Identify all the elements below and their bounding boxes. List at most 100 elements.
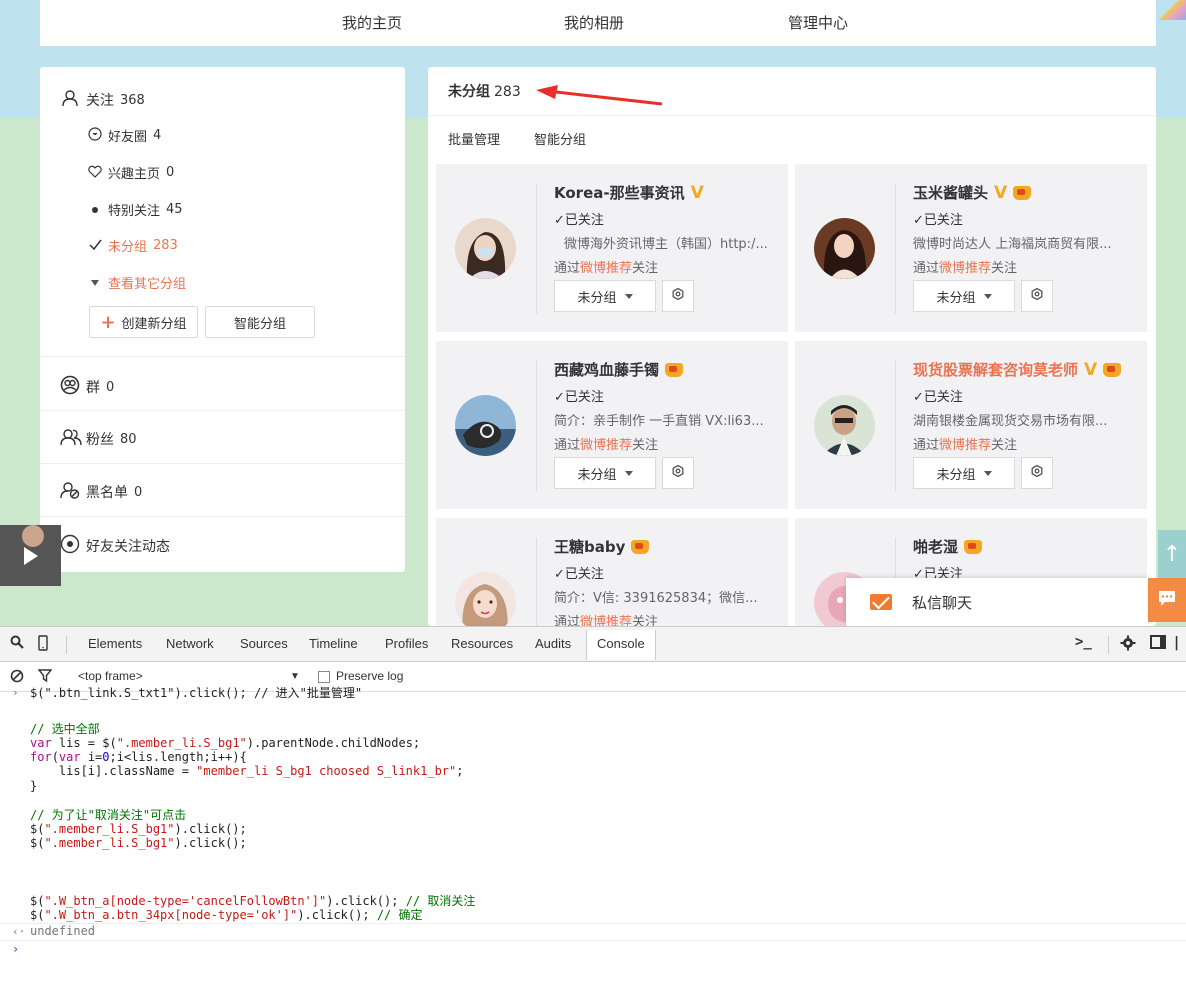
tab-network[interactable]: Network (166, 636, 214, 651)
sidebar-follow[interactable]: 关注 368 (60, 89, 145, 111)
console-result: undefined (30, 924, 96, 938)
special-follow-label: 特别关注 (108, 204, 161, 219)
sidebar-item-interest-pages[interactable]: 兴趣主页 0 (88, 163, 174, 182)
sidebar-item-special-follow[interactable]: 特别关注 45 (88, 200, 183, 219)
vip-crown-icon (964, 539, 983, 554)
console-line: $(".btn_link.S_txt1").click(); // 进入"批量管… (30, 686, 362, 700)
tab-elements[interactable]: Elements (88, 636, 142, 651)
tab-sources[interactable]: Sources (240, 636, 288, 651)
sidebar-fans[interactable]: 粉丝 80 (60, 428, 137, 450)
sidebar-item-friend-circle[interactable]: 好友圈 4 (88, 126, 161, 145)
console-line: // 选中全部 (30, 722, 100, 736)
console-output[interactable]: › $(".btn_link.S_txt1").click(); // 进入"批… (0, 686, 1186, 988)
tab-console[interactable]: Console (586, 630, 656, 660)
private-chat-label: 私信聊天 (912, 593, 973, 612)
group-select-button[interactable]: 未分组 (913, 457, 1015, 489)
followed-status: ✓已关注 (913, 213, 963, 228)
member-card[interactable]: 现货股票解套咨询莫老师 V ✓已关注 湖南银楼金属现货交易市场有限... 通过微博… (795, 341, 1147, 509)
search-icon[interactable] (10, 635, 24, 653)
member-card[interactable]: 王糖baby ✓已关注 简介：V信: 3391625834；微信... 通过微博… (436, 518, 788, 626)
member-name[interactable]: 西藏鸡血藤手镯 (554, 359, 684, 380)
code-string: ".member_li.S_bg1" (44, 836, 175, 850)
via-link[interactable]: 微博推荐 (939, 261, 991, 276)
device-mode-icon[interactable] (38, 635, 48, 655)
via-link[interactable]: 微博推荐 (939, 438, 991, 453)
group-select-button[interactable]: 未分组 (554, 457, 656, 489)
via-link[interactable]: 微博推荐 (580, 615, 632, 626)
console-drawer-icon[interactable]: >_ (1075, 634, 1092, 650)
nav-management-center[interactable]: 管理中心 (788, 12, 848, 33)
nav-my-album[interactable]: 我的相册 (564, 12, 624, 33)
avatar[interactable] (814, 218, 875, 279)
create-group-button[interactable]: + 创建新分组 (89, 306, 198, 338)
sidebar-item-view-other-groups[interactable]: 查看其它分组 (88, 273, 186, 292)
member-description: 简介：V信: 3391625834；微信... (554, 591, 758, 606)
member-name[interactable]: 王糖baby (554, 536, 650, 557)
member-name[interactable]: 玉米酱罐头 V (913, 182, 1032, 203)
interest-pages-count: 0 (166, 165, 175, 180)
sidebar-groups[interactable]: 群 0 (60, 375, 114, 399)
settings-button[interactable] (1021, 457, 1053, 489)
caret-down-icon (624, 470, 633, 476)
close-devtools-icon[interactable]: | (1174, 635, 1179, 651)
code-string: ".member_li.S_bg1" (116, 736, 247, 750)
member-description: 湖南银楼金属现货交易市场有限... (913, 414, 1108, 429)
frame-dropdown-icon[interactable]: ▼ (290, 671, 300, 682)
avatar[interactable] (455, 572, 516, 626)
member-name-text: 西藏鸡血藤手镯 (554, 361, 660, 379)
avatar[interactable] (814, 395, 875, 456)
tab-audits[interactable]: Audits (535, 636, 571, 651)
chat-float-button[interactable] (1148, 578, 1186, 622)
member-card[interactable]: Korea-那些事资讯 V ✓已关注 微博海外资讯博主（韩国）http:/... … (436, 164, 788, 332)
filter-icon[interactable] (37, 669, 53, 685)
group-select-button[interactable]: 未分组 (913, 280, 1015, 312)
mail-icon (870, 594, 892, 610)
member-name[interactable]: 啪老湿 (913, 536, 983, 557)
settings-button[interactable] (1021, 280, 1053, 312)
groups-label: 群 (86, 380, 100, 396)
via-suffix: 关注 (632, 615, 659, 626)
follow-source: 通过微博推荐关注 (913, 257, 1017, 276)
tab-resources[interactable]: Resources (451, 636, 513, 651)
smart-group-button[interactable]: 智能分组 (205, 306, 315, 338)
gear-icon[interactable] (1120, 635, 1136, 655)
preserve-log-checkbox[interactable] (318, 671, 330, 683)
video-thumbnail[interactable] (0, 525, 61, 586)
group-select-button[interactable]: 未分组 (554, 280, 656, 312)
followed-status: ✓已关注 (554, 213, 604, 228)
sidebar-item-ungrouped[interactable]: 未分组 283 (88, 236, 178, 255)
settings-button[interactable] (662, 457, 694, 489)
follow-list-panel: 未分组 283 批量管理 智能分组 Korea-那些事资讯 V ✓已关注 微博海外资… (428, 67, 1156, 626)
nav-my-homepage[interactable]: 我的主页 (342, 12, 402, 33)
group-select-label: 未分组 (577, 290, 617, 306)
avatar[interactable] (455, 395, 516, 456)
devtools-tabbar: Elements Network Sources Timeline Profil… (0, 626, 1186, 662)
sidebar-blacklist[interactable]: 黑名单 0 (60, 481, 142, 503)
via-suffix: 关注 (632, 261, 659, 276)
divider (536, 538, 537, 626)
avatar[interactable] (455, 218, 516, 279)
member-name[interactable]: Korea-那些事资讯 V (554, 182, 704, 203)
private-chat-bar[interactable]: 私信聊天 (846, 578, 1148, 626)
sidebar-friend-activity[interactable]: 好友关注动态 (60, 534, 170, 558)
via-link[interactable]: 微博推荐 (580, 438, 632, 453)
clear-console-icon[interactable] (10, 669, 24, 686)
friend-circle-count: 4 (153, 128, 162, 143)
member-card[interactable]: 玉米酱罐头 V ✓已关注 微博时尚达人 上海福岚商贸有限... 通过微博推荐关注 … (795, 164, 1147, 332)
followed-status: ✓已关注 (554, 567, 604, 582)
via-link[interactable]: 微博推荐 (580, 261, 632, 276)
smart-group-tab[interactable]: 智能分组 (534, 129, 586, 148)
batch-manage-tab[interactable]: 批量管理 (448, 129, 500, 148)
member-name[interactable]: 现货股票解套咨询莫老师 V (913, 359, 1122, 380)
tab-profiles[interactable]: Profiles (385, 636, 428, 651)
dock-side-icon[interactable] (1150, 635, 1166, 653)
settings-button[interactable] (662, 280, 694, 312)
frame-select[interactable]: <top frame> (78, 669, 143, 683)
console-input-caret[interactable]: › (12, 942, 19, 956)
member-card[interactable]: 西藏鸡血藤手镯 ✓已关注 简介：亲手制作 一手直销 VX:li63... 通过微… (436, 341, 788, 509)
member-name-text: Korea-那些事资讯 (554, 184, 685, 202)
caret-down-icon (983, 293, 992, 299)
scroll-to-top-button[interactable]: ↑ (1158, 530, 1186, 578)
tab-timeline[interactable]: Timeline (309, 636, 358, 651)
via-suffix: 关注 (991, 438, 1018, 453)
